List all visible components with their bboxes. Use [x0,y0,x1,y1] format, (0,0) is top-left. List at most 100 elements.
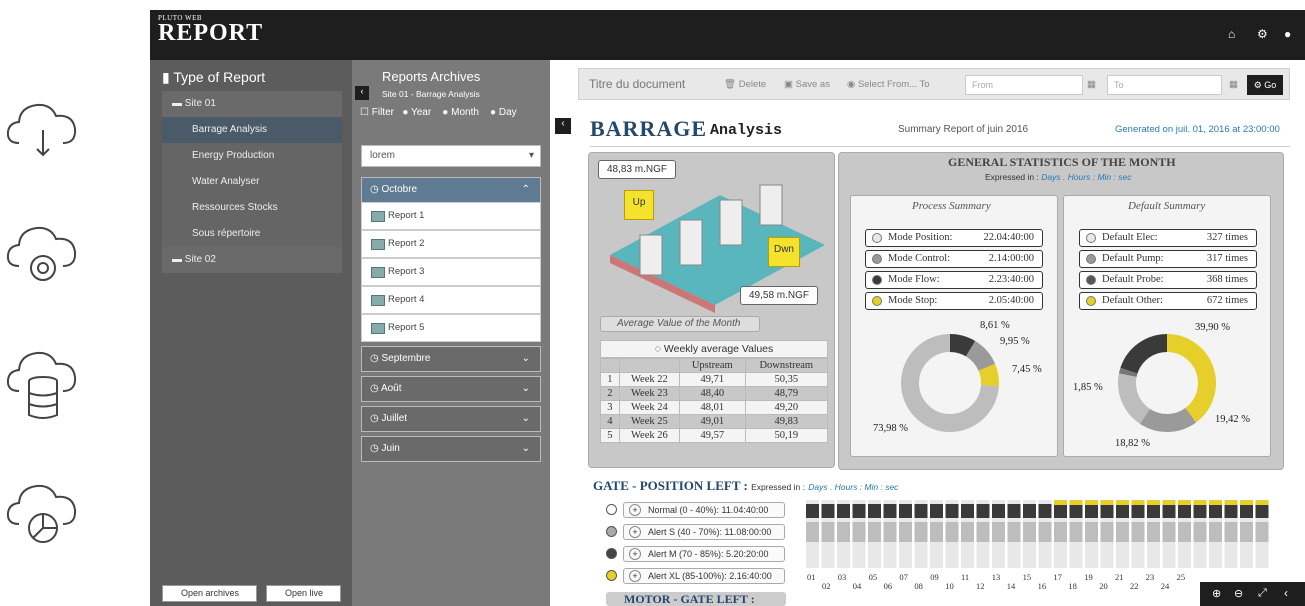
from-input[interactable]: From [965,75,1083,95]
gate-bar [1193,500,1207,505]
month-accordion-juin[interactable]: ◷ Juin ⌄ [361,436,541,462]
gate-bar [945,504,959,518]
pct-label: 73,98 % [873,423,908,434]
collapse-arrow-icon[interactable]: ‹ [355,86,369,100]
user-icon[interactable]: ● [1284,27,1291,41]
month-accordion-juillet[interactable]: ◷ Juillet ⌄ [361,406,541,432]
gear-icon[interactable]: ⚙ [1257,27,1268,41]
gate-bar [1224,500,1238,505]
x-tick-label: 19 [1084,572,1093,582]
gate-bar [1147,522,1160,542]
document-toolbar: Titre du document 🗑 Delete ▣ Save as ◉ S… [578,68,1290,100]
gate-bar [1162,500,1176,505]
gate-bar [1209,504,1222,518]
sidebar-item-barrage-analysis[interactable]: Barrage Analysis [162,117,342,143]
gate-bar [1007,504,1021,518]
gate-bar [976,504,990,518]
average-caption: Average Value of the Month [600,316,760,332]
summary-item: Default Pump: 317 times [1079,250,1257,268]
sidebar-item-ressources-stocks[interactable]: Ressources Stocks [162,195,342,221]
x-tick-label: 15 [1022,572,1032,582]
x-tick-label: 16 [1037,581,1047,591]
fullscreen-icon[interactable]: ⤢ [1258,587,1267,600]
report-item[interactable]: Report 1 [361,202,541,230]
month-accordion-septembre[interactable]: ◷ Septembre ⌄ [361,346,541,372]
gate-bar [1007,522,1021,542]
month-accordion-aout[interactable]: ◷ Août ⌄ [361,376,541,402]
left-icon-column [0,0,150,606]
plus-icon[interactable]: + [629,548,641,560]
calendar-icon[interactable]: ▦ [1087,79,1096,90]
open-live-button[interactable]: Open live [266,585,341,602]
pct-label: 39,90 % [1195,322,1230,333]
day-radio[interactable]: Day [499,107,517,118]
sidebar-item-site-01[interactable]: ▬ Site 01 [162,91,342,117]
delete-button[interactable]: 🗑 Delete [724,79,766,90]
gate-bar [852,504,866,518]
status-dot [872,275,882,285]
zoom-out-icon[interactable]: ⊖ [1234,587,1243,600]
cloud-database-icon [6,351,77,419]
open-archives-button[interactable]: Open archives [162,585,257,602]
pct-label: 18,82 % [1115,438,1150,449]
report-title: BARRAGE [590,116,708,141]
back-icon[interactable]: ‹ [1284,586,1288,600]
zoom-in-icon[interactable]: ⊕ [1212,587,1221,600]
gate-bar [1100,522,1114,542]
go-button[interactable]: ⚙ Go [1247,75,1283,95]
save-as-button[interactable]: ▣ Save as [784,79,830,90]
divider [590,146,1290,147]
month-accordion-octobre[interactable]: ◷ Octobre ⌃ [361,177,541,203]
archives-panel: Reports Archives Site 01 - Barrage Analy… [352,60,550,606]
summary-label: Summary Report of juin 2016 [898,124,1029,135]
gate-bar [1085,504,1098,518]
x-tick-label: 05 [868,572,878,582]
gate-bar [1116,500,1129,505]
donut-slice [1139,407,1197,432]
gate-bar [1147,504,1160,518]
gate-bar [1224,522,1238,542]
donut-slice [1166,334,1216,423]
gate-bar [1255,504,1269,518]
stats-title: GENERAL STATISTICS OF THE MONTH [948,155,1176,169]
doc-title[interactable]: Titre du document [589,77,685,91]
filter-row: ☐ Filter ● Year ● Month ● Day [360,107,517,118]
gate-bar [883,504,897,518]
cloud-gear-icon [6,226,77,281]
x-tick-label: 25 [1176,572,1186,582]
pct-label: 1,85 % [1073,382,1103,393]
gate-bar [1147,500,1160,505]
sidebar-item-sous-repertoire[interactable]: Sous répertoire [162,221,342,247]
select-from-to-button[interactable]: ◉ Select From... To [847,79,930,90]
month-radio[interactable]: Month [451,107,479,118]
x-tick-label: 24 [1160,581,1170,591]
gate-bar [1255,522,1269,542]
to-input[interactable]: To [1107,75,1222,95]
weekly-table: Upstream Downstream 1 Week 22 49,71 50,35 2W… [600,358,829,443]
gate-bar [1054,500,1067,505]
report-item[interactable]: Report 5 [361,314,541,342]
donut-slice [1118,373,1151,424]
archive-select[interactable]: lorem ▾ [361,145,541,167]
sidebar-item-water-analyser[interactable]: Water Analyser [162,169,342,195]
year-radio[interactable]: Year [411,107,431,118]
gate-title: GATE - POSITION LEFT : Expressed in : Da… [593,478,899,493]
table-row: 2 Week 23 48,40 48,79 [600,386,829,401]
calendar-icon[interactable]: ▦ [1229,79,1238,90]
gate-bar [883,522,897,542]
report-item[interactable]: Report 2 [361,230,541,258]
plus-icon[interactable]: + [629,526,641,538]
report-item[interactable]: Report 4 [361,286,541,314]
plus-icon[interactable]: + [629,570,641,582]
gate-bar [1178,500,1191,505]
sidebar-item-energy-production[interactable]: Energy Production [162,143,342,169]
cloud-sync-icon [6,103,77,157]
plus-icon[interactable]: + [629,504,641,516]
report-icon [371,323,385,334]
collapse-archive-icon[interactable]: ‹ [555,118,571,134]
report-item[interactable]: Report 3 [361,258,541,286]
expressed-in: Expressed in : Days . Hours : Min : sec [985,172,1132,182]
sidebar-item-site-02[interactable]: ▬ Site 02 [162,247,342,273]
gate-bar [976,522,990,542]
home-icon[interactable]: ⌂ [1228,27,1235,41]
